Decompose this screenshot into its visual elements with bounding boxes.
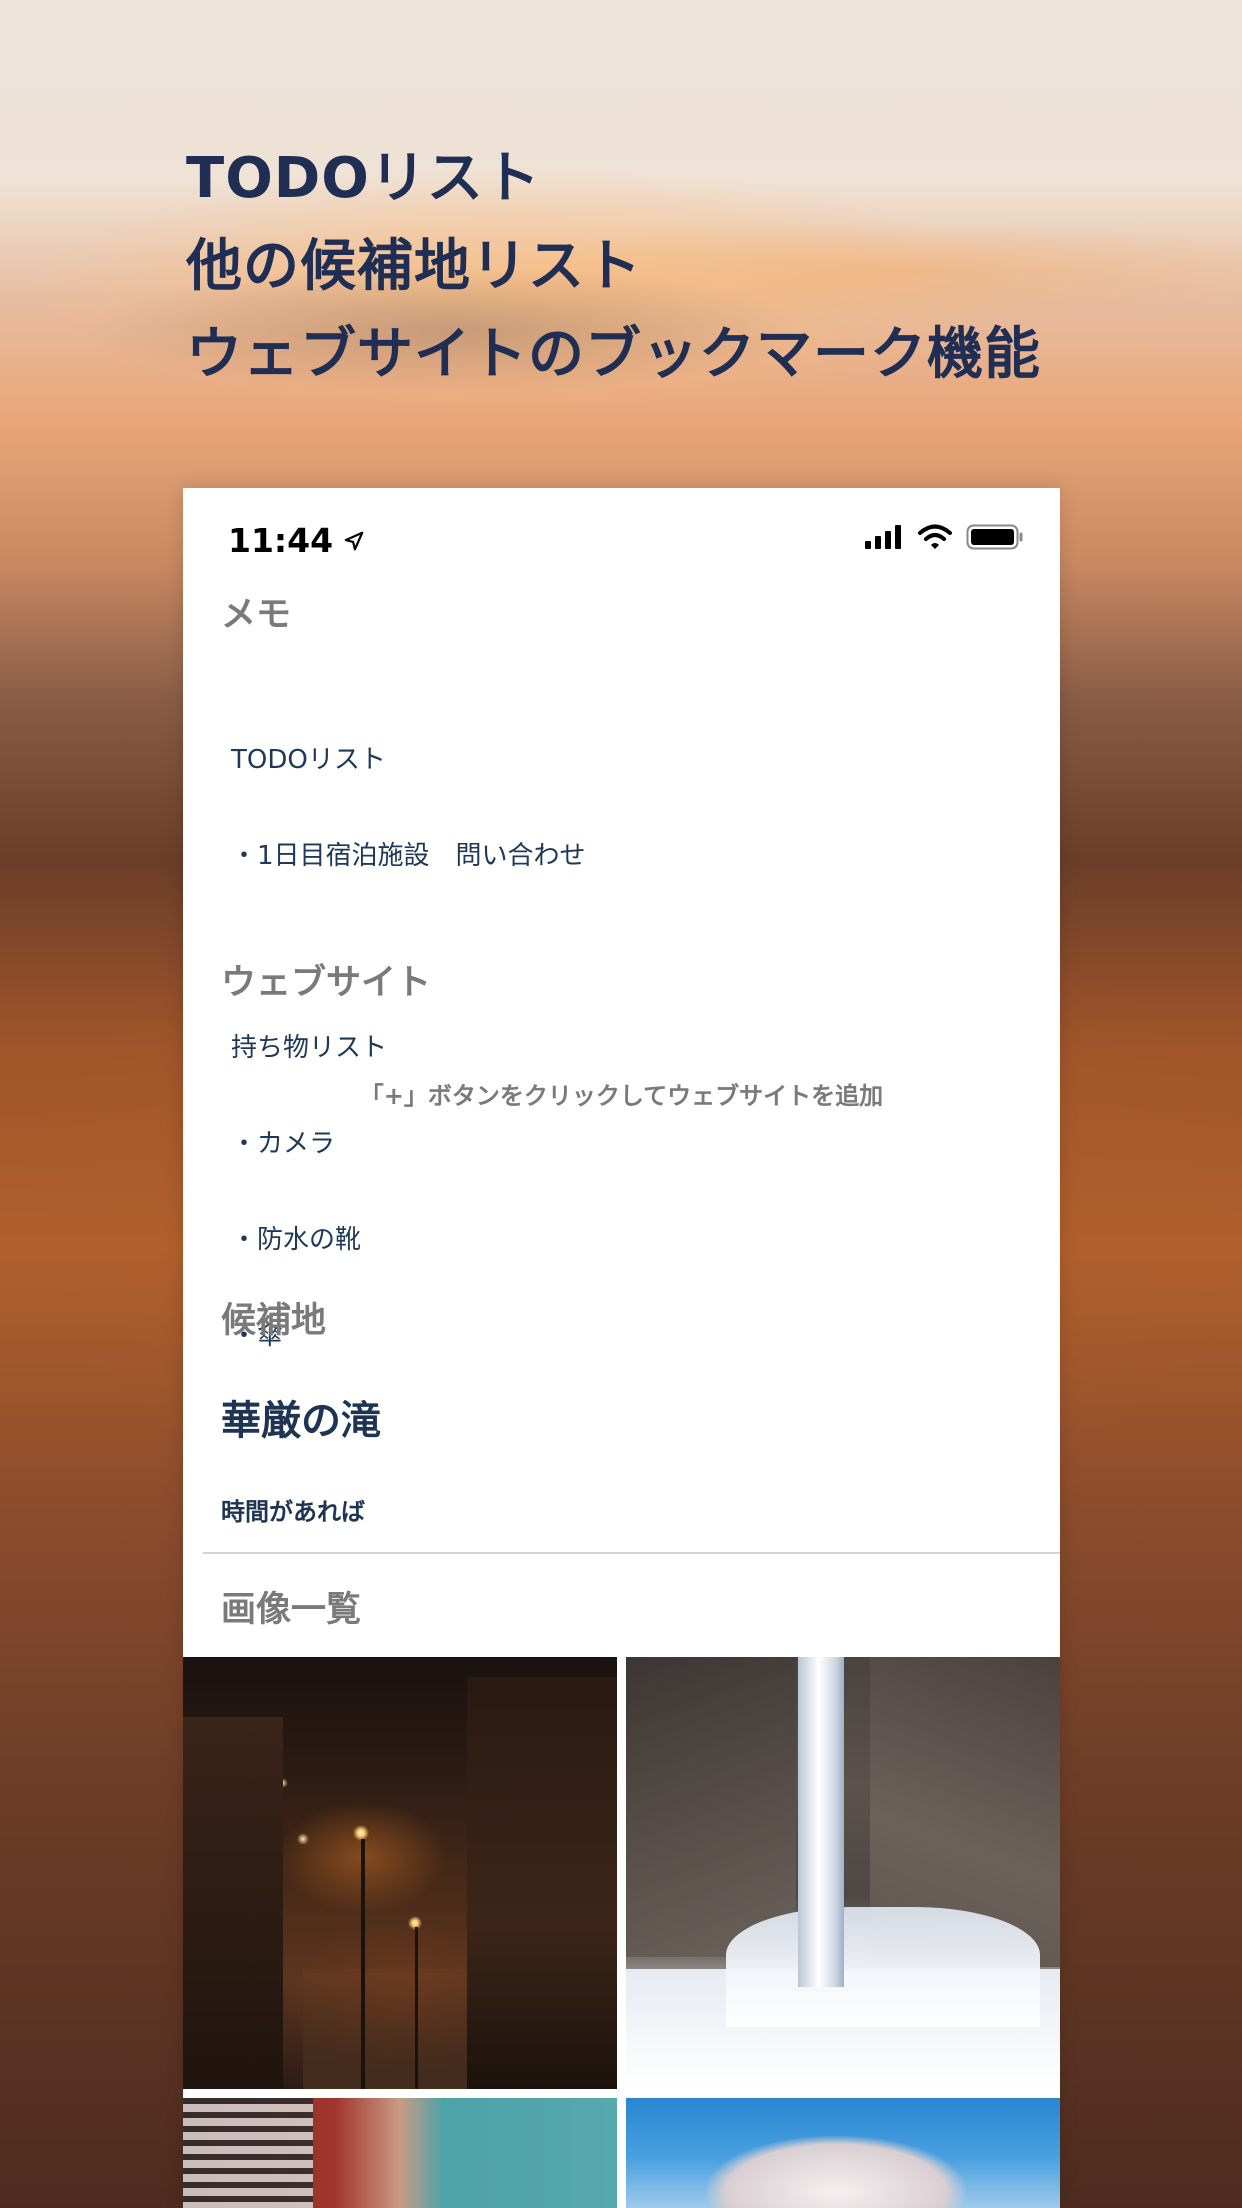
headline-line-1: TODOリスト: [186, 146, 541, 211]
candidate-note: 時間があれば: [221, 1498, 365, 1526]
status-time: 11:44: [228, 521, 365, 560]
promo-headline: TODOリスト 他の候補地リスト ウェブサイトのブックマーク機能: [186, 135, 1041, 399]
gallery-section-label: 画像一覧: [221, 1590, 362, 1630]
candidate-name[interactable]: 華厳の滝: [221, 1388, 381, 1446]
website-section-label: ウェブサイト: [221, 963, 432, 1003]
memo-line: ・1日目宿泊施設 問い合わせ: [231, 841, 586, 871]
old-town-night-photo[interactable]: [183, 1657, 617, 2089]
memo-section-label: メモ: [221, 595, 292, 635]
wifi-icon: [918, 524, 952, 549]
headline-line-2: 他の候補地リスト: [186, 234, 642, 299]
frozen-waterfall-photo[interactable]: [626, 1657, 1060, 2089]
memo-line: 持ち物リスト: [231, 1033, 388, 1063]
memo-line: ・防水の靴: [231, 1225, 362, 1255]
candidate-section-label: 候補地: [221, 1301, 327, 1341]
memo-line: ・カメラ: [231, 1129, 336, 1159]
blossom-tree-photo[interactable]: [626, 2098, 1060, 2208]
app-screen: 11:44 メモ TODOリスト ・1日目宿泊施設 問い合わせ 持ち物リスト ・…: [183, 488, 1060, 2208]
headline-line-3: ウェブサイトのブックマーク機能: [186, 322, 1041, 387]
section-divider: [203, 1552, 1060, 1554]
website-empty-hint: 「+」ボタンをクリックしてウェブサイトを追加: [359, 1082, 884, 1110]
railway-bridge-photo[interactable]: [183, 2098, 617, 2208]
location-arrow-icon: [344, 531, 364, 550]
cellular-signal-icon: [865, 525, 901, 549]
memo-line: TODOリスト: [231, 745, 386, 775]
status-icons: [864, 524, 1024, 550]
battery-icon: [966, 524, 1023, 550]
